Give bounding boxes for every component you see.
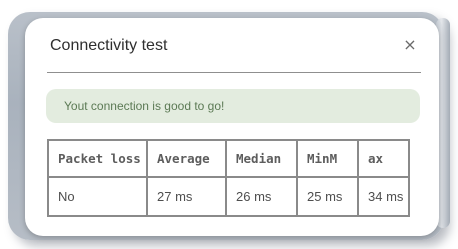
header-max: ax bbox=[357, 139, 410, 178]
header-median: Median bbox=[225, 139, 298, 178]
cell-min: 25 ms bbox=[296, 176, 359, 217]
header-average: Average bbox=[146, 139, 227, 178]
dialog-title: Connectivity test bbox=[50, 37, 168, 54]
cell-median: 26 ms bbox=[225, 176, 298, 217]
close-icon[interactable]: × bbox=[401, 36, 419, 54]
alert-message: Yout connection is good to go! bbox=[64, 99, 225, 113]
cell-average: 27 ms bbox=[146, 176, 227, 217]
cell-packet-loss: No bbox=[47, 176, 148, 217]
success-alert: Yout connection is good to go! bbox=[46, 89, 420, 123]
dialog-header: Connectivity test × bbox=[47, 30, 421, 73]
results-table: Packet loss Average Median MinM ax No 27… bbox=[47, 139, 410, 217]
cell-max: 34 ms bbox=[357, 176, 410, 217]
table-row: No 27 ms 26 ms 25 ms 34 ms bbox=[47, 176, 410, 217]
header-min: MinM bbox=[296, 139, 359, 178]
header-packet-loss: Packet loss bbox=[47, 139, 148, 178]
table-header-row: Packet loss Average Median MinM ax bbox=[47, 139, 410, 178]
connectivity-dialog: Connectivity test × Yout connection is g… bbox=[25, 18, 439, 236]
